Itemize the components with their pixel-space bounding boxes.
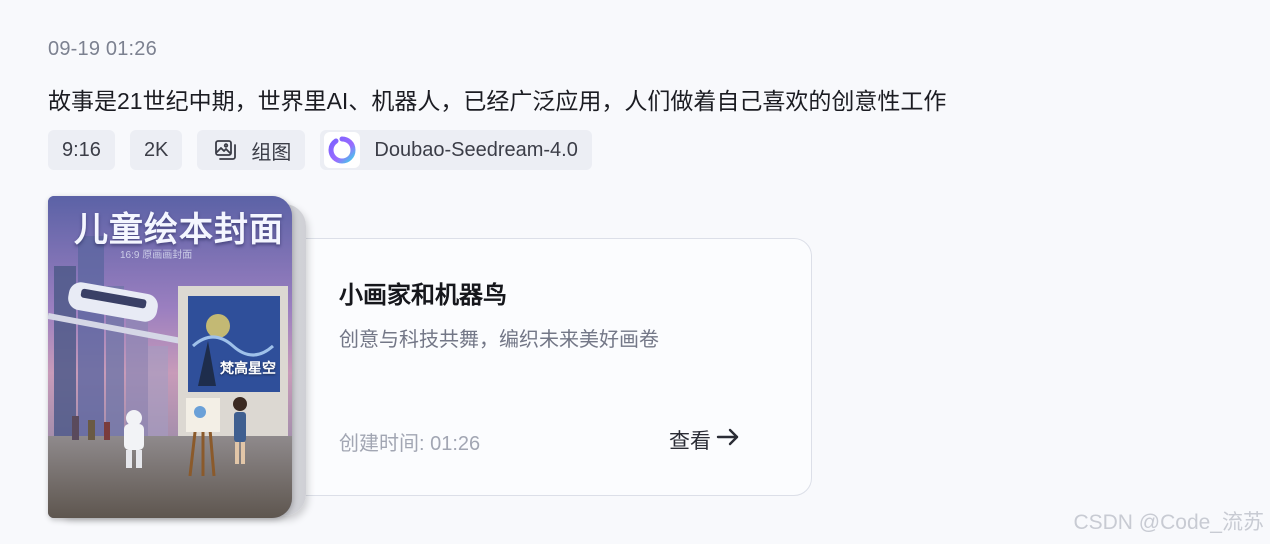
card-title: 小画家和机器鸟 [339,282,507,309]
watermark: CSDN @Code_流苏 [1073,511,1264,534]
resolution-tag: 2K [129,130,183,170]
cover-image: 儿童绘本封面 16:9 原画画封面 梵高星空 [48,196,292,518]
ratio-label: 9:16 [62,138,101,161]
card-subtitle: 创意与科技共舞，编织未来美好画卷 [339,329,659,351]
model-label: Doubao-Seedream-4.0 [374,138,578,161]
image-set-icon [211,136,239,164]
arrow-right-icon [715,426,741,454]
ratio-tag: 9:16 [48,130,115,170]
doubao-logo-icon [324,132,361,168]
view-button[interactable]: 查看 [669,425,741,455]
created-time: 创建时间: 01:26 [339,433,481,455]
prompt-text: 故事是21世纪中期，世界里AI、机器人，已经广泛应用，人们做着自己喜欢的创意性工… [48,88,947,114]
cover-painting-label: 梵高星空 [220,360,276,376]
mode-tag: 组图 [197,130,306,170]
message-timestamp: 09-19 01:26 [48,38,157,60]
generation-params: 9:16 2K 组图 Doubao-Seedream-4.0 [48,130,592,170]
cover-title: 儿童绘本封面 [74,210,284,250]
storybook-cover[interactable]: 儿童绘本封面 16:9 原画画封面 梵高星空 [48,196,306,520]
resolution-label: 2K [143,138,169,161]
model-tag: Doubao-Seedream-4.0 [320,130,592,170]
cover-subtitle: 16:9 原画画封面 [120,250,193,261]
mode-label: 组图 [251,141,292,164]
view-label: 查看 [669,430,711,453]
result-card[interactable]: 小画家和机器鸟 创意与科技共舞，编织未来美好画卷 创建时间: 01:26 查看 [250,238,812,496]
